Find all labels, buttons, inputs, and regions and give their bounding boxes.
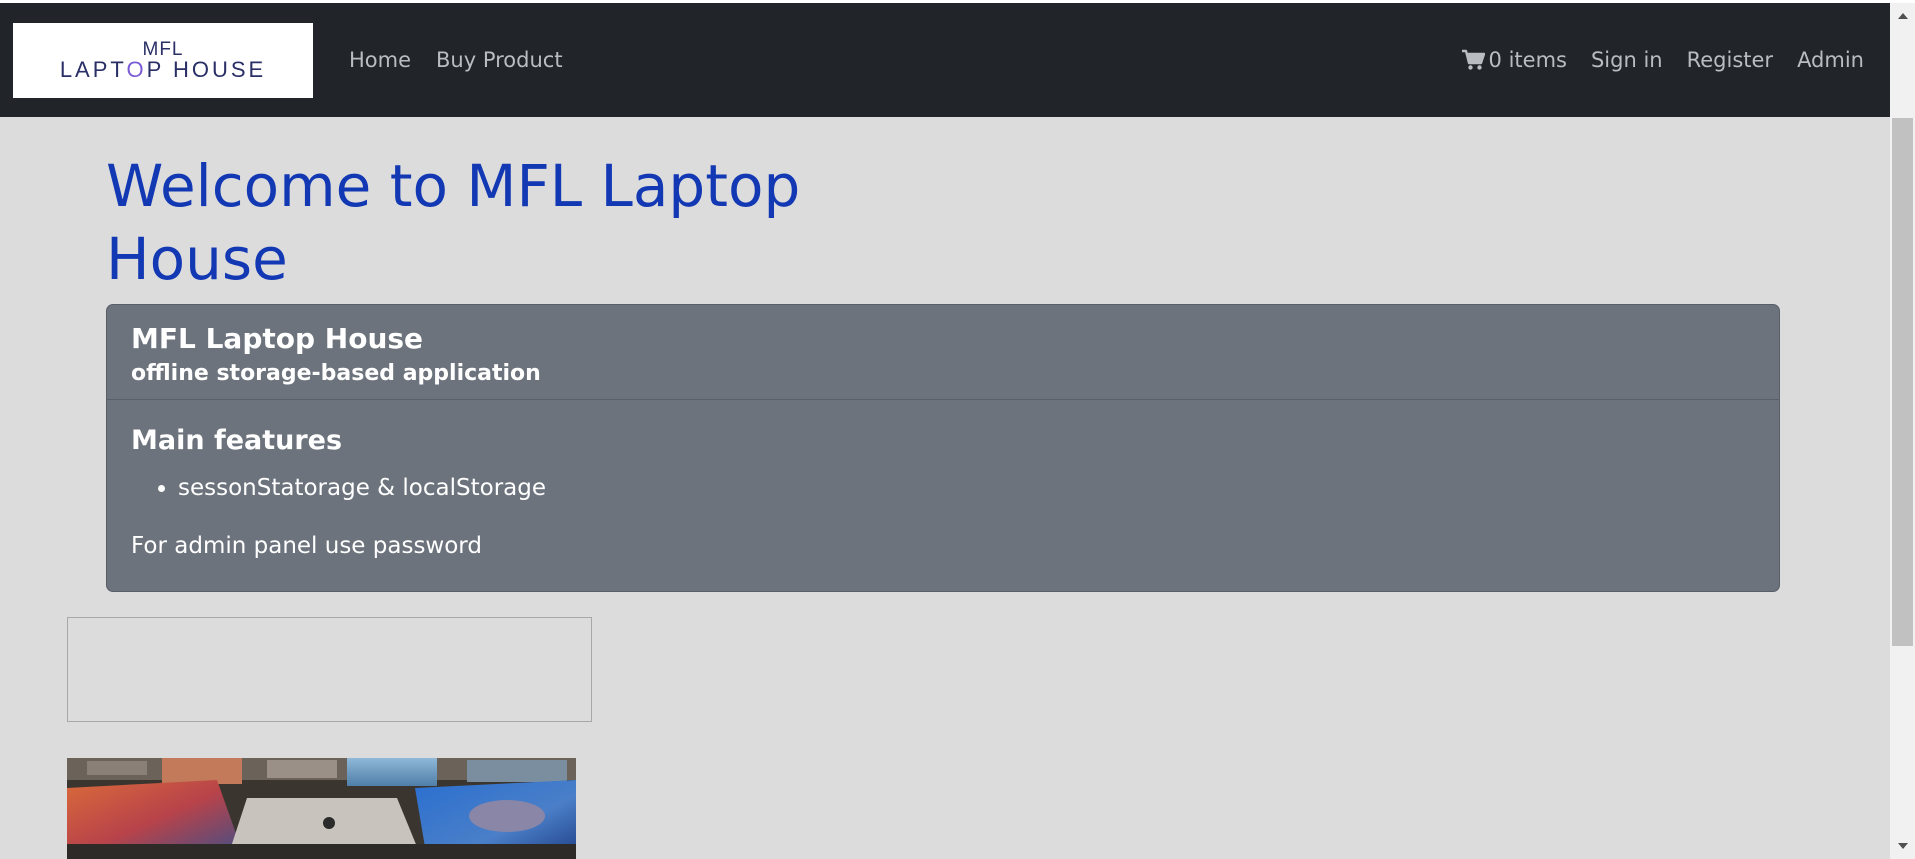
brand-logo[interactable]: MFL LAPTOP HOUSE	[13, 23, 313, 98]
features-heading: Main features	[131, 425, 343, 456]
nav-cart-link[interactable]: 0 items	[1461, 48, 1567, 72]
info-card-title: MFL Laptop House	[131, 322, 424, 355]
page-title-line-1: Welcome to MFL Laptop	[106, 152, 801, 220]
features-list: sessonStatorage & localStorage	[178, 473, 1755, 503]
laptops-banner-image	[67, 758, 576, 859]
nav-right-group: 0 items Sign in Register Admin	[1461, 3, 1864, 117]
info-card-body: Main features sessonStatorage & localSto…	[107, 400, 1779, 561]
info-card-subtitle: offline storage-based application	[131, 361, 541, 386]
nav-sign-in-link[interactable]: Sign in	[1591, 48, 1663, 72]
triangle-down-icon[interactable]	[1890, 839, 1915, 853]
page-title-line-2: House	[106, 225, 288, 293]
vertical-scrollbar[interactable]	[1890, 3, 1915, 859]
nav-admin-link[interactable]: Admin	[1797, 48, 1864, 72]
feature-list-item: sessonStatorage & localStorage	[178, 473, 1755, 503]
admin-password-note: For admin panel use password	[131, 533, 482, 559]
empty-content-box	[67, 617, 592, 722]
scrollbar-thumb[interactable]	[1892, 118, 1913, 646]
top-navbar: MFL LAPTOP HOUSE Home Buy Product 0 item…	[0, 3, 1890, 117]
triangle-up-icon[interactable]	[1890, 9, 1915, 23]
info-card-header: MFL Laptop House offline storage-based a…	[107, 305, 1779, 400]
nav-register-link[interactable]: Register	[1687, 48, 1773, 72]
nav-left-group: Home Buy Product	[349, 3, 563, 117]
logo-text-bottom: LAPTOP HOUSE	[59, 56, 267, 82]
nav-home-link[interactable]: Home	[349, 48, 411, 72]
page-title: Welcome to MFL Laptop House	[106, 150, 866, 296]
info-card: MFL Laptop House offline storage-based a…	[106, 304, 1780, 592]
cart-count-label: 0 items	[1488, 48, 1567, 72]
shopping-cart-icon	[1461, 49, 1485, 71]
nav-buy-product-link[interactable]: Buy Product	[436, 48, 563, 72]
